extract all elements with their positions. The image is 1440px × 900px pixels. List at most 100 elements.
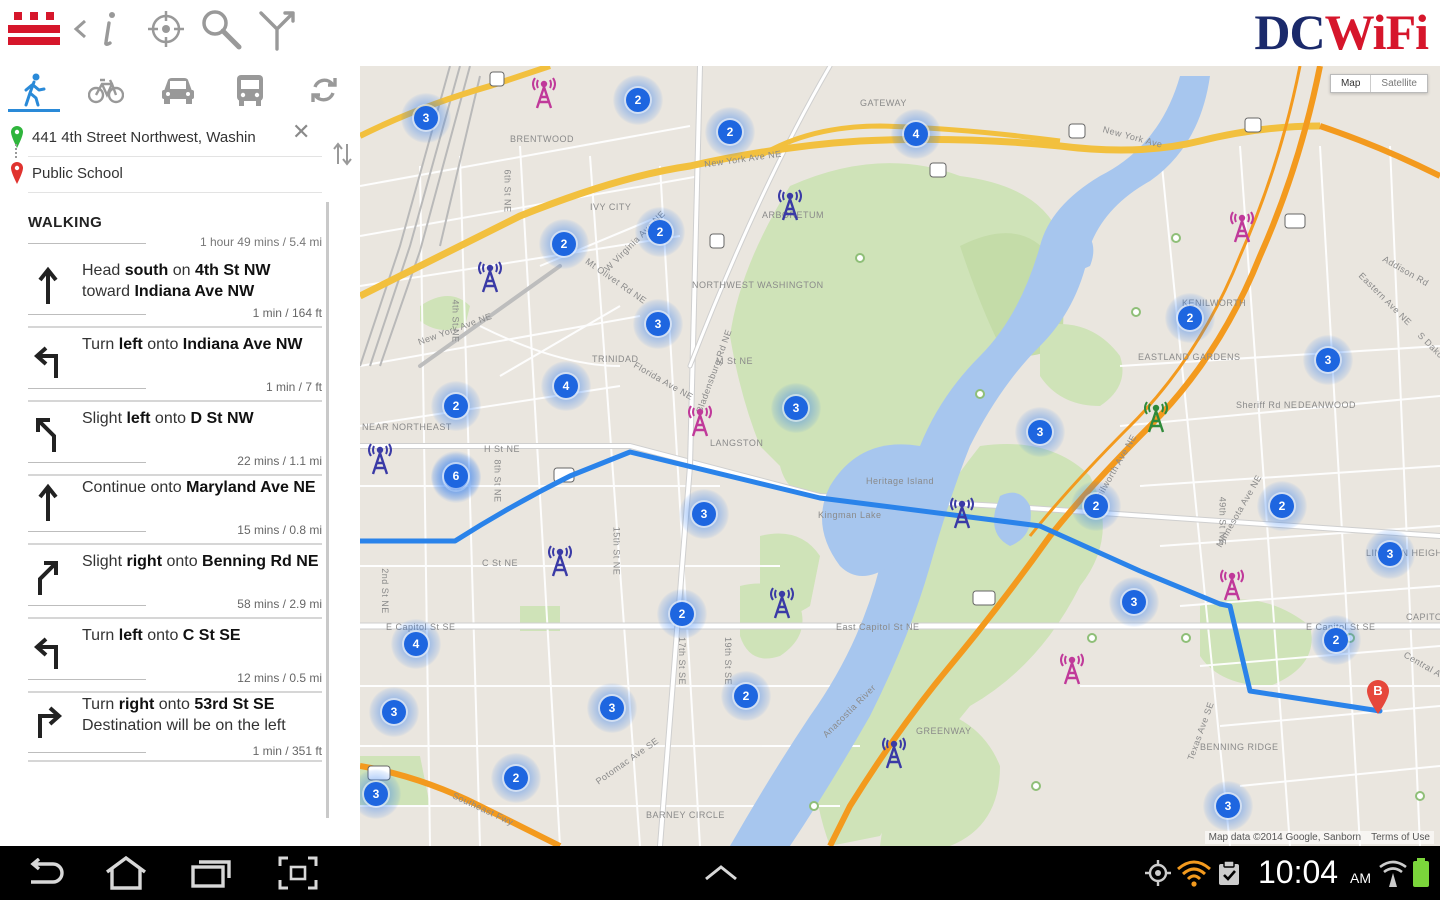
wifi-tower-icon[interactable] (1057, 650, 1087, 686)
terms-link[interactable]: Terms of Use (1371, 832, 1430, 843)
wifi-hotspot-cluster[interactable]: 3 (1109, 577, 1159, 627)
wifi-hotspot-cluster[interactable]: 4 (541, 361, 591, 411)
map-label: 49th St NE (1217, 496, 1228, 546)
turn-left-arrow-icon (33, 346, 58, 378)
dc-flag-icon[interactable] (8, 6, 60, 52)
wifi-tower-icon[interactable] (1141, 398, 1171, 434)
wifi-hotspot-cluster[interactable]: 2 (635, 207, 685, 257)
up-chevron-icon[interactable] (698, 852, 744, 894)
screenshot-icon[interactable] (274, 852, 322, 894)
back-icon[interactable] (22, 852, 68, 894)
route-summary: 1 hour 49 mins / 5.4 mi (28, 235, 322, 251)
wifi-hotspot-cluster[interactable]: 2 (657, 589, 707, 639)
wifi-tower-icon[interactable] (529, 74, 559, 110)
divider (28, 760, 322, 762)
wifi-tower-icon[interactable] (879, 734, 909, 770)
reverse-route-button[interactable] (294, 70, 354, 110)
hotspot-count: 3 (600, 696, 624, 720)
wifi-hotspot-cluster[interactable]: 2 (491, 753, 541, 803)
direction-step[interactable]: Slight right onto Benning Rd NE 58 mins /… (28, 547, 322, 619)
home-icon[interactable] (100, 852, 152, 894)
map-label: IVY CITY (590, 202, 632, 212)
bike-mode-tab[interactable] (76, 70, 136, 110)
map-type-map-button[interactable]: Map (1331, 75, 1370, 92)
direction-step[interactable]: Head south on 4th St NW toward Indiana A… (28, 256, 322, 328)
hotspot-count: 3 (1316, 348, 1340, 372)
wifi-hotspot-cluster[interactable]: 3 (1203, 781, 1253, 831)
wifi-hotspot-cluster[interactable]: 4 (391, 619, 441, 669)
map-view[interactable]: New York Ave NE New York Ave New York Ave … (360, 66, 1440, 846)
car-icon (162, 78, 194, 104)
wifi-hotspot-cluster[interactable]: 2 (1165, 293, 1215, 343)
wifi-hotspot-cluster[interactable]: 2 (721, 671, 771, 721)
wifi-hotspot-cluster[interactable]: 4 (891, 109, 941, 159)
wifi-tower-icon[interactable] (685, 402, 715, 438)
clear-origin-button[interactable]: ✕ (292, 121, 310, 143)
map-type-toggle: Map Satellite (1329, 74, 1428, 93)
wifi-hotspot-cluster[interactable]: 2 (705, 107, 755, 157)
hotspot-count: 2 (444, 394, 468, 418)
step-instruction: Turn left onto Indiana Ave NW (82, 336, 303, 353)
wifi-hotspot-cluster[interactable]: 3 (1015, 407, 1065, 457)
step-note: Destination will be on the left (82, 717, 286, 734)
direction-step[interactable]: Turn left onto C St SE 12 mins / 0.5 mi (28, 621, 322, 693)
wifi-hotspot-cluster[interactable]: 2 (1257, 481, 1307, 531)
map-label: 2nd St NE (379, 568, 390, 614)
wifi-hotspot-cluster[interactable]: 2 (1071, 481, 1121, 531)
wifi-hotspot-cluster[interactable]: 2 (1311, 615, 1361, 665)
car-mode-tab[interactable] (148, 70, 208, 110)
direction-step[interactable]: Continue onto Maryland Ave NE 15 mins / 0… (28, 473, 322, 545)
wifi-hotspot-cluster[interactable]: 3 (369, 687, 419, 737)
wifi-hotspot-cluster[interactable]: 3 (679, 489, 729, 539)
map-label: BRENTWOOD (510, 134, 574, 144)
wifi-tower-icon[interactable] (475, 258, 505, 294)
wifi-tower-icon[interactable] (365, 440, 395, 476)
directions-panel: ✕ WALKING 1 hour 49 mins / 5.4 mi Head s… (0, 66, 360, 846)
wifi-hotspot-cluster[interactable]: 3 (1365, 529, 1415, 579)
battery-icon (1412, 858, 1430, 888)
bus-icon (237, 75, 263, 106)
wifi-hotspot-cluster[interactable]: 3 (587, 683, 637, 733)
destination-input[interactable] (32, 164, 287, 182)
back-chevron-icon[interactable] (70, 6, 90, 52)
destination-marker[interactable]: B (1366, 680, 1390, 714)
wifi-hotspot-cluster[interactable]: 2 (539, 219, 589, 269)
wifi-hotspot-cluster[interactable]: 3 (771, 383, 821, 433)
search-icon[interactable] (198, 6, 244, 52)
wifi-hotspot-cluster[interactable]: 2 (613, 75, 663, 125)
wifi-hotspot-cluster[interactable]: 3 (360, 769, 401, 819)
wifi-tower-icon[interactable] (947, 494, 977, 530)
swap-icon[interactable] (332, 142, 354, 166)
direction-step[interactable]: Turn left onto Indiana Ave NW 1 min / 7 f… (28, 330, 322, 402)
direction-step[interactable]: Turn right onto 53rd St SE Destination wi… (28, 690, 322, 762)
transit-mode-tab[interactable] (220, 70, 280, 110)
origin-input[interactable] (32, 128, 287, 146)
wifi-hotspot-cluster[interactable]: 2 (431, 381, 481, 431)
wifi-hotspot-cluster[interactable]: 3 (633, 299, 683, 349)
map-label: East Capitol St NE (836, 622, 920, 632)
locate-icon[interactable] (144, 6, 188, 52)
wifi-tower-icon[interactable] (767, 584, 797, 620)
hotspot-count: 2 (1178, 306, 1202, 330)
wifi-tower-icon[interactable] (545, 542, 575, 578)
map-label: NORTHWEST WASHINGTON (692, 280, 824, 290)
scrollbar[interactable] (326, 202, 329, 818)
map-label: BARNEY CIRCLE (646, 810, 725, 820)
wifi-hotspot-cluster[interactable]: 3 (401, 93, 451, 143)
wifi-hotspot-cluster[interactable]: 3 (1303, 335, 1353, 385)
wifi-hotspot-cluster[interactable]: 6 (431, 451, 481, 501)
step-duration: 22 mins / 1.1 mi (28, 454, 322, 470)
step-instruction: Slight left onto D St NW (82, 410, 254, 427)
wifi-tower-icon[interactable] (1217, 566, 1247, 602)
map-type-satellite-button[interactable]: Satellite (1370, 75, 1427, 92)
info-icon[interactable] (94, 6, 124, 52)
divider (28, 543, 322, 545)
recents-icon[interactable] (186, 852, 236, 894)
wifi-tower-icon[interactable] (775, 186, 805, 222)
destination-marker-label: B (1373, 683, 1383, 698)
walk-mode-tab[interactable] (4, 70, 64, 112)
directions-icon[interactable] (254, 6, 300, 52)
direction-step[interactable]: Slight left onto D St NW 22 mins / 1.1 mi (28, 404, 322, 476)
wifi-tower-icon[interactable] (1227, 208, 1257, 244)
step-duration: 1 min / 7 ft (28, 380, 322, 396)
